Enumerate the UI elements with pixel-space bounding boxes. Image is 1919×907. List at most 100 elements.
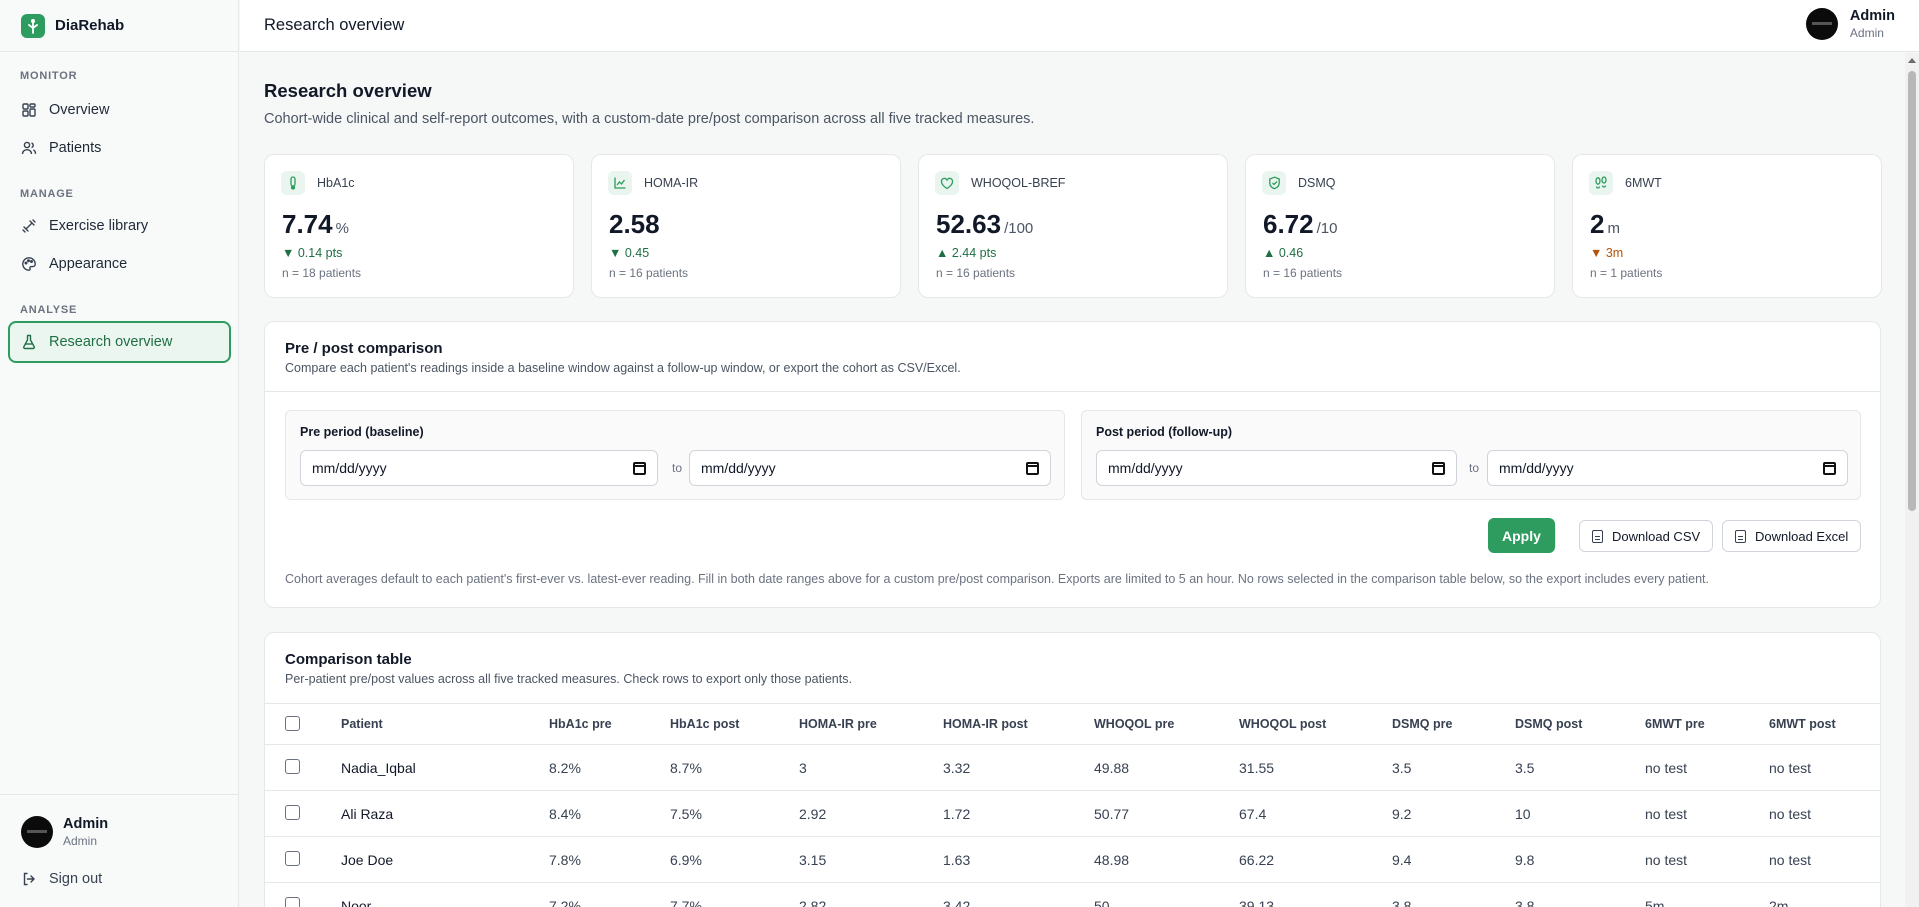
column-header[interactable]: HbA1c pre bbox=[549, 717, 612, 731]
pre-period-group: Pre period (baseline) mm/dd/yyyy to mm/d… bbox=[285, 410, 1065, 500]
topbar-user-menu[interactable]: Admin Admin bbox=[1805, 8, 1895, 40]
table-row[interactable]: Noor 7.2% 7.7% 2.82 3.42 50 39.13 3.8 3.… bbox=[265, 883, 1880, 907]
post-period-group: Post period (follow-up) mm/dd/yyyy to mm… bbox=[1081, 410, 1861, 500]
cell-patient: Ali Raza bbox=[341, 806, 394, 822]
row-checkbox[interactable] bbox=[285, 759, 300, 774]
metric-sample-size: n = 16 patients bbox=[1263, 266, 1343, 280]
topbar-user-role: Admin bbox=[1849, 26, 1884, 40]
brand[interactable]: DiaRehab bbox=[0, 0, 238, 52]
row-checkbox[interactable] bbox=[285, 851, 300, 866]
page-title: Research overview bbox=[264, 80, 432, 101]
column-header[interactable]: DSMQ pre bbox=[1392, 717, 1452, 731]
metric-delta: ▲ 0.46 bbox=[1263, 246, 1304, 260]
metric-card-dsmq: DSMQ 6.72/10 ▲ 0.46 n = 16 patients bbox=[1245, 154, 1555, 298]
metric-sample-size: n = 16 patients bbox=[936, 266, 1016, 280]
sidebar-item-patients[interactable]: Patients bbox=[9, 131, 231, 165]
cell-patient: Nadia_Iqbal bbox=[341, 760, 416, 776]
sign-out-button[interactable]: Sign out bbox=[21, 871, 102, 887]
prepost-comparison-panel: Pre / post comparison Compare each patie… bbox=[264, 321, 1881, 608]
cell-patient: Noor bbox=[341, 898, 372, 907]
sign-out-icon bbox=[21, 871, 37, 887]
nav-section-manage: MANAGE bbox=[20, 188, 74, 200]
pre-period-label: Pre period (baseline) bbox=[300, 425, 424, 439]
column-header[interactable]: WHOQOL post bbox=[1239, 717, 1326, 731]
column-header[interactable]: HbA1c post bbox=[670, 717, 739, 731]
download-csv-button[interactable]: Download CSV bbox=[1579, 520, 1714, 552]
table-cell: 50.77 bbox=[1094, 806, 1130, 822]
table-header: Patient HbA1c pre HbA1c post HOMA-IR pre… bbox=[265, 703, 1880, 745]
pre-from-date-input[interactable]: mm/dd/yyyy bbox=[300, 450, 658, 486]
table-cell: 8.4% bbox=[549, 806, 581, 822]
table-cell: 9.8 bbox=[1515, 852, 1535, 868]
column-header[interactable]: WHOQOL pre bbox=[1094, 717, 1174, 731]
table-cell: 10 bbox=[1515, 806, 1531, 822]
metric-delta: ▲ 2.44 pts bbox=[936, 246, 997, 260]
table-cell: 48.98 bbox=[1094, 852, 1130, 868]
sidebar-item-research-overview[interactable]: Research overview bbox=[8, 321, 231, 363]
sidebar-item-label: Patients bbox=[49, 140, 102, 156]
scroll-up-arrow-icon[interactable] bbox=[1908, 58, 1916, 63]
metric-label: HbA1c bbox=[317, 176, 355, 190]
sidebar-user[interactable]: Admin Admin bbox=[21, 816, 108, 848]
pre-to-date-input[interactable]: mm/dd/yyyy bbox=[689, 450, 1051, 486]
table-cell: 67.4 bbox=[1239, 806, 1267, 822]
download-csv-label: Download CSV bbox=[1612, 528, 1701, 544]
heart-icon bbox=[935, 171, 959, 195]
file-icon bbox=[1735, 529, 1746, 543]
sidebar-item-exercise-library[interactable]: Exercise library bbox=[9, 209, 231, 243]
topbar-user-name: Admin bbox=[1849, 8, 1895, 24]
dumbbell-icon bbox=[21, 218, 37, 234]
main-scrollbar[interactable] bbox=[1905, 53, 1919, 907]
metric-unit: m bbox=[1607, 220, 1620, 237]
table-cell: no test bbox=[1769, 806, 1812, 822]
metric-unit: /100 bbox=[1004, 220, 1034, 237]
column-header[interactable]: Patient bbox=[341, 717, 383, 731]
table-cell: 7.7% bbox=[670, 898, 702, 907]
table-cell: 8.2% bbox=[549, 760, 581, 776]
select-all-checkbox[interactable] bbox=[285, 716, 300, 731]
table-cell: 3.15 bbox=[799, 852, 827, 868]
metric-label: WHOQOL-BREF bbox=[971, 176, 1066, 190]
palette-icon bbox=[21, 256, 37, 272]
scrollbar-thumb[interactable] bbox=[1908, 71, 1916, 511]
post-to-date-input[interactable]: mm/dd/yyyy bbox=[1487, 450, 1848, 486]
calendar-icon[interactable] bbox=[1432, 462, 1445, 475]
download-excel-button[interactable]: Download Excel bbox=[1722, 520, 1862, 552]
table-cell: 3.8 bbox=[1392, 898, 1412, 907]
table-row[interactable]: Ali Raza 8.4% 7.5% 2.92 1.72 50.77 67.4 … bbox=[265, 791, 1880, 837]
sidebar-footer: Admin Admin Sign out bbox=[0, 794, 239, 907]
flask-icon bbox=[21, 334, 37, 350]
table-row[interactable]: Joe Doe 7.8% 6.9% 3.15 1.63 48.98 66.22 … bbox=[265, 837, 1880, 883]
date-placeholder: mm/dd/yyyy bbox=[312, 460, 387, 476]
sidebar-item-overview[interactable]: Overview bbox=[9, 93, 231, 127]
column-header[interactable]: 6MWT post bbox=[1769, 717, 1836, 731]
metric-delta: ▼ 0.45 bbox=[609, 246, 650, 260]
nav-section-analyse: ANALYSE bbox=[20, 304, 78, 316]
post-from-date-input[interactable]: mm/dd/yyyy bbox=[1096, 450, 1457, 486]
table-cell: 3 bbox=[799, 760, 807, 776]
table-cell: 2.82 bbox=[799, 898, 827, 907]
metric-value: 52.63 bbox=[936, 209, 1002, 239]
calendar-icon[interactable] bbox=[1823, 462, 1836, 475]
topbar-title: Research overview bbox=[264, 16, 405, 34]
sidebar-item-label: Overview bbox=[49, 102, 110, 118]
column-header[interactable]: HOMA-IR pre bbox=[799, 717, 877, 731]
row-checkbox[interactable] bbox=[285, 897, 300, 907]
table-cell: no test bbox=[1769, 852, 1812, 868]
metric-value: 6.72 bbox=[1263, 209, 1314, 239]
panel-title: Pre / post comparison bbox=[285, 340, 443, 357]
sidebar-item-appearance[interactable]: Appearance bbox=[9, 247, 231, 281]
row-checkbox[interactable] bbox=[285, 805, 300, 820]
calendar-icon[interactable] bbox=[1026, 462, 1039, 475]
column-header[interactable]: HOMA-IR post bbox=[943, 717, 1028, 731]
calendar-icon[interactable] bbox=[633, 462, 646, 475]
metric-card-6mwt: 6MWT 2m ▼ 3m n = 1 patients bbox=[1572, 154, 1882, 298]
avatar bbox=[21, 816, 53, 848]
table-title: Comparison table bbox=[285, 651, 412, 668]
table-row[interactable]: Nadia_Iqbal 8.2% 8.7% 3 3.32 49.88 31.55… bbox=[265, 745, 1880, 791]
column-header[interactable]: DSMQ post bbox=[1515, 717, 1582, 731]
table-cell: 1.63 bbox=[943, 852, 971, 868]
column-header[interactable]: 6MWT pre bbox=[1645, 717, 1705, 731]
apply-button[interactable]: Apply bbox=[1488, 518, 1555, 553]
topbar: Research overview Admin Admin bbox=[240, 0, 1919, 52]
